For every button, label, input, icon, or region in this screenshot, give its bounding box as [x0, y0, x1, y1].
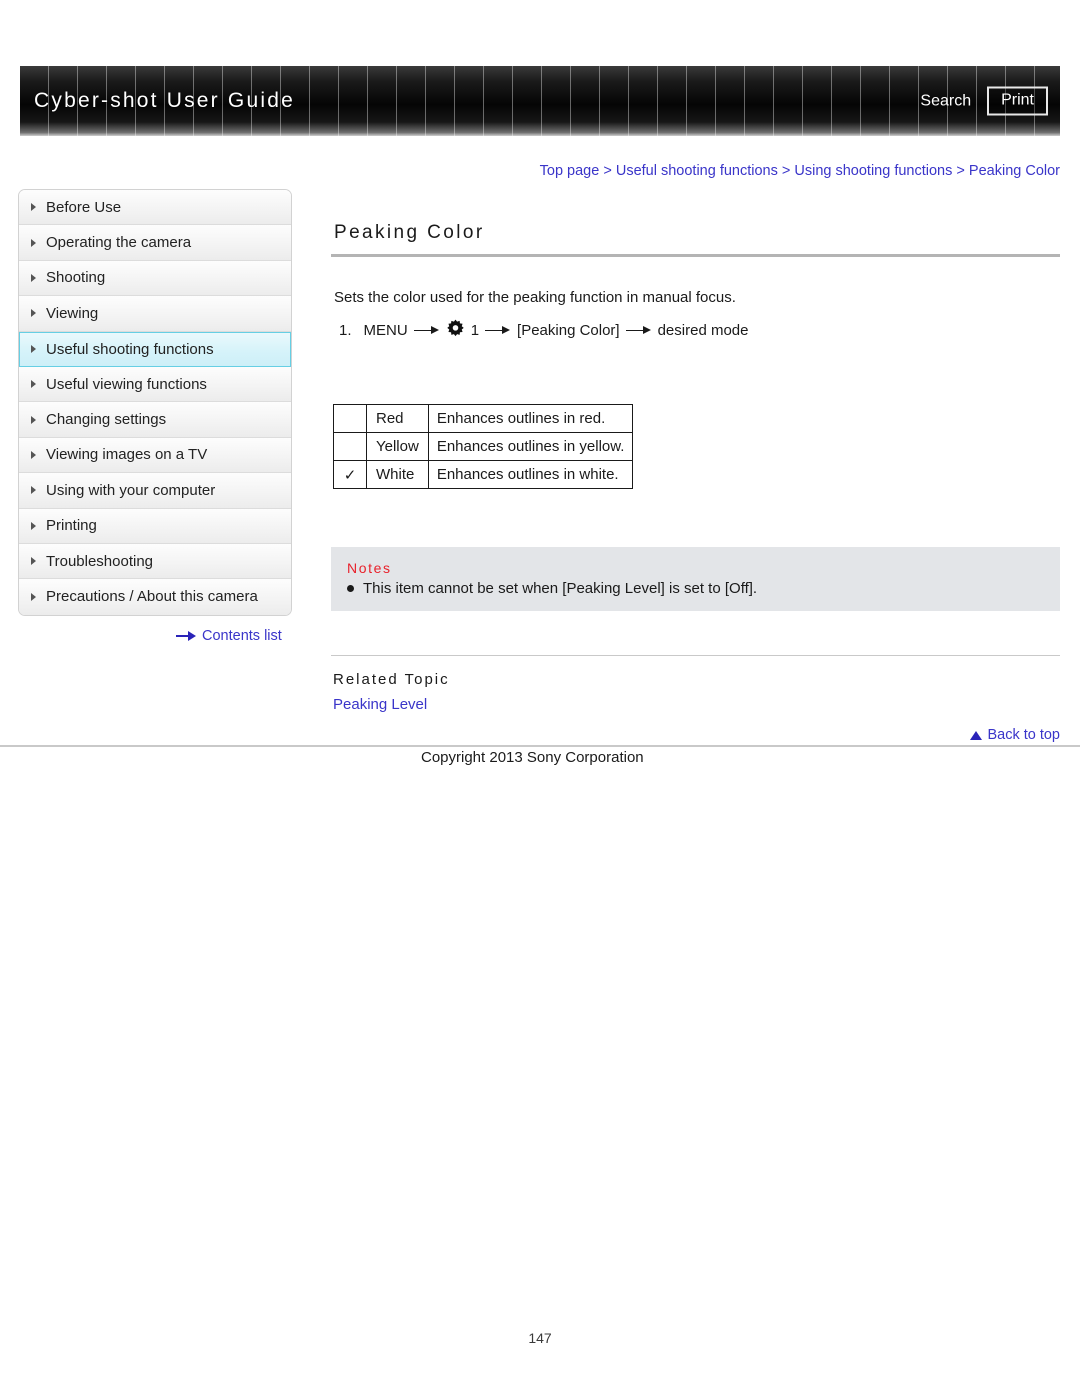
row-option-description: Enhances outlines in red. — [427, 404, 634, 433]
sidebar-item-label: Useful viewing functions — [46, 375, 207, 393]
table-row: Yellow Enhances outlines in yellow. — [333, 432, 634, 461]
main-content: Peaking Color Sets the color used for th… — [331, 222, 1060, 714]
sidebar-item-label: Printing — [46, 517, 97, 535]
procedure-step: 1. MENU 1 [Peaking Color] desired mode — [339, 319, 1060, 342]
row-check-mark: ✓ — [333, 460, 367, 489]
back-to-top-label: Back to top — [987, 727, 1060, 743]
table-row: Red Enhances outlines in red. — [333, 404, 634, 433]
sidebar-navigation: Before Use Operating the camera Shooting… — [18, 189, 292, 616]
sidebar-item-precautions-about-this-camera[interactable]: Precautions / About this camera — [19, 579, 291, 615]
sidebar-item-label: Shooting — [46, 269, 106, 287]
page-title: Peaking Color — [334, 222, 485, 243]
step-result-label: desired mode — [657, 322, 749, 339]
copyright-text: Copyright 2013 Sony Corporation — [421, 749, 644, 766]
breadcrumb-item-useful-shooting-functions[interactable]: Useful shooting functions — [616, 163, 778, 179]
row-option-name: Yellow — [366, 432, 429, 461]
breadcrumb: Top page > Useful shooting functions > U… — [540, 163, 1060, 179]
header-actions: Search Print — [920, 86, 1048, 116]
sidebar-item-label: Before Use — [46, 198, 122, 216]
related-topic-link-peaking-level[interactable]: Peaking Level — [333, 696, 427, 713]
breadcrumb-separator: > — [956, 163, 965, 179]
sidebar-item-viewing-images-on-a-tv[interactable]: Viewing images on a TV — [19, 437, 291, 474]
chevron-right-icon — [31, 557, 36, 566]
sidebar-item-troubleshooting[interactable]: Troubleshooting — [19, 543, 291, 580]
row-option-name: Red — [366, 404, 429, 433]
chevron-right-icon — [31, 521, 36, 530]
sidebar-item-label: Operating the camera — [46, 234, 192, 252]
sidebar-item-operating-the-camera[interactable]: Operating the camera — [19, 225, 291, 261]
row-check-mark — [333, 404, 367, 433]
breadcrumb-item-using-shooting-functions[interactable]: Using shooting functions — [794, 163, 952, 179]
sidebar-item-label: Viewing — [46, 304, 99, 322]
breadcrumb-separator: > — [603, 163, 612, 179]
sidebar-item-changing-settings[interactable]: Changing settings — [19, 402, 291, 438]
chevron-right-icon — [31, 203, 36, 212]
title-divider — [331, 254, 1060, 257]
step-number: 1. — [339, 322, 352, 339]
notes-box: Notes This item cannot be set when [Peak… — [331, 547, 1060, 611]
bullet-icon — [347, 585, 354, 592]
page-number: 147 — [528, 1330, 552, 1346]
chevron-right-icon — [31, 309, 36, 318]
arrow-right-icon — [176, 631, 196, 641]
print-button[interactable]: Print — [987, 86, 1048, 116]
sidebar-item-printing[interactable]: Printing — [19, 508, 291, 544]
sidebar-item-label: Viewing images on a TV — [46, 446, 208, 464]
contents-list-link[interactable]: Contents list — [176, 628, 282, 644]
breadcrumb-item-peaking-color[interactable]: Peaking Color — [969, 163, 1060, 179]
arrow-right-icon — [485, 325, 511, 337]
sidebar-item-using-with-your-computer[interactable]: Using with your computer — [19, 473, 291, 509]
search-button[interactable]: Search — [920, 92, 971, 110]
sidebar-item-label: Precautions / About this camera — [46, 588, 258, 606]
sidebar-item-useful-viewing-functions[interactable]: Useful viewing functions — [19, 366, 291, 403]
row-option-description: Enhances outlines in yellow. — [427, 432, 634, 461]
chevron-right-icon — [31, 415, 36, 424]
row-option-description: Enhances outlines in white. — [427, 460, 634, 489]
chevron-right-icon — [31, 380, 36, 389]
sidebar-item-label: Useful shooting functions — [46, 340, 214, 358]
chevron-right-icon — [31, 450, 36, 459]
notes-title: Notes — [347, 560, 392, 576]
gear-icon — [446, 319, 465, 342]
notes-item-text: This item cannot be set when [Peaking Le… — [363, 580, 758, 597]
row-check-mark — [333, 432, 367, 461]
related-topic-title: Related Topic — [333, 671, 450, 688]
step-menu-tab: 1 — [470, 322, 480, 339]
sidebar-item-before-use[interactable]: Before Use — [19, 190, 291, 226]
row-option-name: White — [366, 460, 429, 489]
chevron-right-icon — [31, 238, 36, 247]
sidebar-item-label: Changing settings — [46, 411, 167, 429]
chevron-right-icon — [31, 592, 36, 601]
header-banner: Cyber-shot User Guide Search Print — [20, 66, 1060, 136]
sidebar-item-useful-shooting-functions[interactable]: Useful shooting functions — [19, 331, 291, 367]
site-title: Cyber-shot User Guide — [34, 89, 295, 112]
arrow-right-icon — [413, 325, 440, 337]
breadcrumb-separator: > — [781, 163, 791, 179]
lead-paragraph: Sets the color used for the peaking func… — [334, 289, 736, 306]
step-menu-label: MENU — [363, 322, 408, 339]
footer-divider — [0, 745, 1080, 747]
back-to-top-link[interactable]: Back to top — [970, 727, 1060, 743]
site-header: Cyber-shot User Guide Search Print — [20, 66, 1060, 136]
sidebar-item-label: Using with your computer — [46, 481, 216, 499]
sidebar-item-shooting[interactable]: Shooting — [19, 260, 291, 297]
sidebar-item-viewing[interactable]: Viewing — [19, 296, 291, 332]
sidebar-item-label: Troubleshooting — [46, 552, 154, 570]
arrow-right-icon — [625, 325, 652, 337]
chevron-right-icon — [31, 486, 36, 495]
contents-list-label: Contents list — [202, 628, 282, 644]
chevron-right-icon — [31, 345, 36, 354]
chevron-right-icon — [31, 273, 36, 282]
breadcrumb-item-top-page[interactable]: Top page — [540, 163, 600, 179]
options-table: Red Enhances outlines in red. Yellow Enh… — [333, 404, 634, 489]
notes-list-item: This item cannot be set when [Peaking Le… — [347, 580, 1060, 597]
triangle-up-icon — [970, 730, 983, 740]
table-row: ✓ White Enhances outlines in white. — [333, 460, 634, 489]
step-item-label: [Peaking Color] — [517, 322, 620, 339]
related-topic-divider — [331, 655, 1060, 656]
